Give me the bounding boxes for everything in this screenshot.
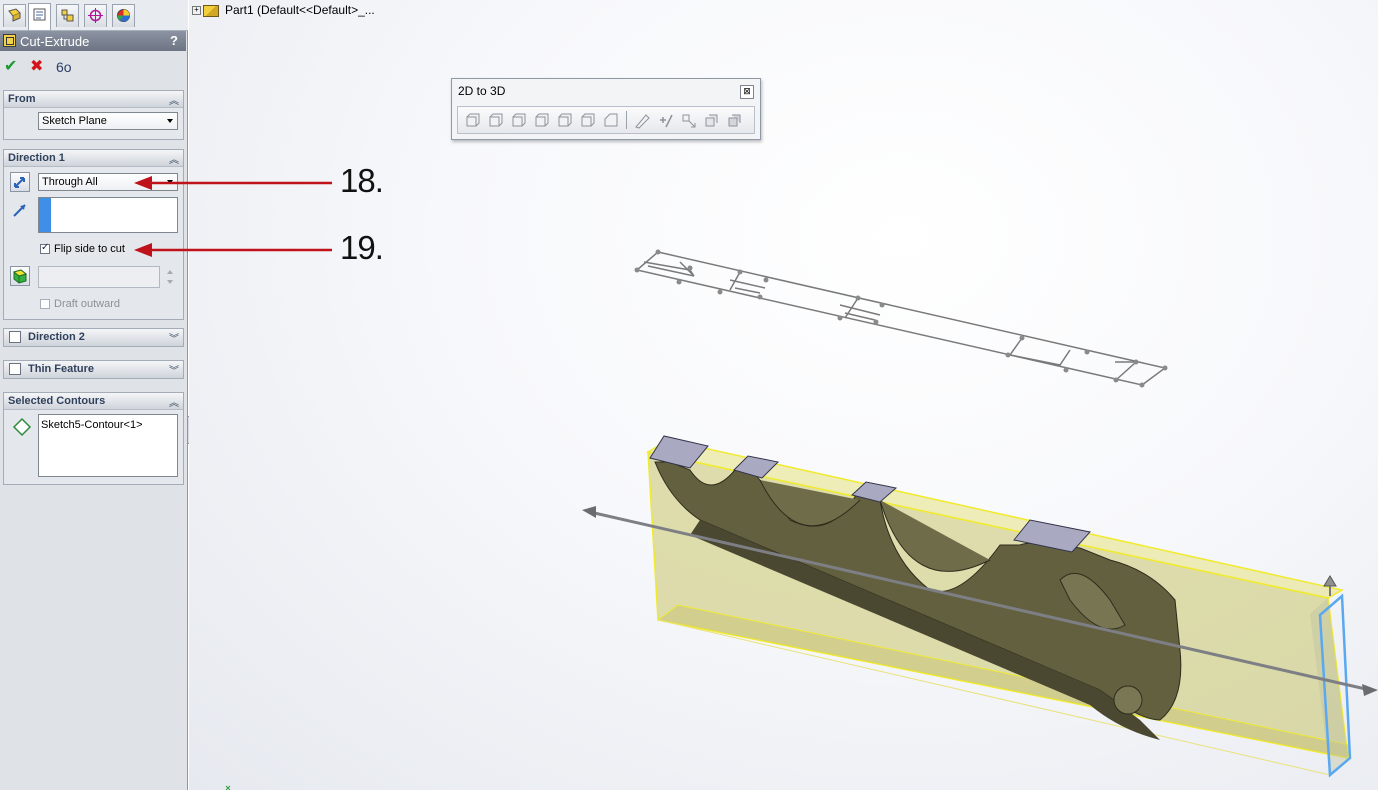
sketch-points <box>634 249 1168 388</box>
feature-tree-flyout[interactable]: + Part1 (Default<<Default>_... <box>192 3 375 19</box>
part-tree-label: Part1 (Default<<Default>_... <box>225 3 375 17</box>
top-view-icon[interactable] <box>487 112 504 129</box>
expand-tree-icon[interactable]: + <box>192 6 201 16</box>
close-toolbar-button[interactable]: ⊠ <box>740 85 754 99</box>
left-view-icon[interactable] <box>533 112 550 129</box>
callout-label-19: 19. <box>340 229 384 266</box>
auxiliary-view-icon[interactable] <box>602 112 619 129</box>
toolbar-2d-to-3d: 2D to 3D ⊠ <box>451 78 761 140</box>
toolbar-title: 2D to 3D <box>458 84 506 98</box>
part-icon <box>203 4 219 17</box>
origin-icon <box>225 785 231 790</box>
bottom-view-icon[interactable] <box>556 112 573 129</box>
extrude-icon[interactable] <box>703 112 720 129</box>
align-sketch-icon[interactable] <box>680 112 697 129</box>
callout-label-18: 18. <box>340 162 384 199</box>
toolbar-divider <box>626 111 627 129</box>
right-view-icon[interactable] <box>510 112 527 129</box>
toolbar-buttons <box>457 106 755 134</box>
sketch-wireframe[interactable] <box>635 251 1167 386</box>
callout-arrow-19 <box>134 243 332 257</box>
create-sketch-icon[interactable] <box>634 112 651 129</box>
repair-sketch-icon[interactable] <box>657 112 674 129</box>
callout-arrow-18 <box>134 176 332 190</box>
back-view-icon[interactable] <box>579 112 596 129</box>
front-view-icon[interactable] <box>464 112 481 129</box>
cut-icon[interactable] <box>726 112 743 129</box>
